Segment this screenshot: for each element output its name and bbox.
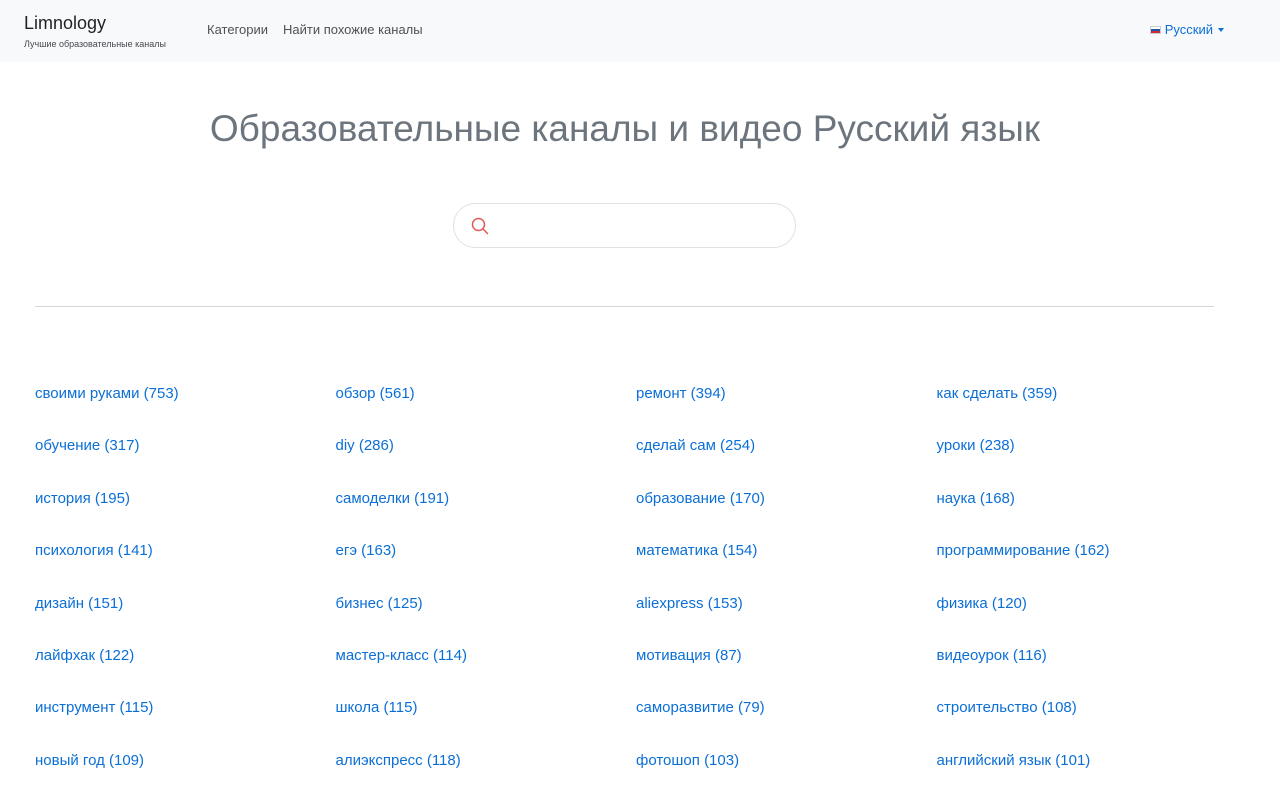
tag-link[interactable]: инструмент (115) xyxy=(35,697,336,749)
tag-grid: своими руками (753) обзор (561) ремонт (… xyxy=(35,383,1235,802)
search-icon xyxy=(471,217,489,235)
tag-link[interactable]: своими руками (753) xyxy=(35,383,336,435)
tag-link[interactable]: математика (154) xyxy=(636,540,937,592)
language-label: Русский xyxy=(1164,22,1213,37)
tag-link[interactable]: обучение (317) xyxy=(35,435,336,487)
tag-link[interactable]: мотивация (87) xyxy=(636,645,937,697)
search-box xyxy=(453,203,796,248)
brand[interactable]: Limnology Лучшие образовательные каналы xyxy=(24,12,166,50)
nav-links: Категории Найти похожие каналы xyxy=(207,22,423,38)
tag-link[interactable]: образование (170) xyxy=(636,488,937,540)
tag-link[interactable]: психология (141) xyxy=(35,540,336,592)
tag-link[interactable]: школа (115) xyxy=(336,697,637,749)
tag-link[interactable]: ремонт (394) xyxy=(636,383,937,435)
tag-link[interactable]: уроки (238) xyxy=(937,435,1238,487)
tag-link[interactable]: история (195) xyxy=(35,488,336,540)
tag-link[interactable]: английский язык (101) xyxy=(937,750,1238,802)
divider xyxy=(35,306,1214,307)
russia-flag-icon xyxy=(1149,26,1161,34)
tag-link[interactable]: дизайн (151) xyxy=(35,593,336,645)
tag-link[interactable]: видеоурок (116) xyxy=(937,645,1238,697)
tag-link[interactable]: физика (120) xyxy=(937,593,1238,645)
tag-link[interactable]: самоделки (191) xyxy=(336,488,637,540)
tag-link[interactable]: лайфхак (122) xyxy=(35,645,336,697)
tag-link[interactable]: как сделать (359) xyxy=(937,383,1238,435)
tag-link[interactable]: наука (168) xyxy=(937,488,1238,540)
caret-down-icon xyxy=(1218,28,1224,32)
tag-link[interactable]: егэ (163) xyxy=(336,540,637,592)
tag-link[interactable]: строительство (108) xyxy=(937,697,1238,749)
tag-link[interactable]: новый год (109) xyxy=(35,750,336,802)
tag-link[interactable]: aliexpress (153) xyxy=(636,593,937,645)
page-title: Образовательные каналы и видео Русский я… xyxy=(209,108,1041,149)
language-dropdown[interactable]: Русский xyxy=(1149,22,1224,38)
tag-link[interactable]: сделай сам (254) xyxy=(636,435,937,487)
nav-link-find-similar[interactable]: Найти похожие каналы xyxy=(283,22,423,38)
tag-link[interactable]: diy (286) xyxy=(336,435,637,487)
tag-link[interactable]: программирование (162) xyxy=(937,540,1238,592)
tag-link[interactable]: мастер-класс (114) xyxy=(336,645,637,697)
brand-subtitle: Лучшие образовательные каналы xyxy=(24,39,166,49)
tag-link[interactable]: бизнес (125) xyxy=(336,593,637,645)
search-input[interactable] xyxy=(502,210,782,241)
nav-link-categories[interactable]: Категории xyxy=(207,22,268,38)
top-navbar: Limnology Лучшие образовательные каналы … xyxy=(0,0,1280,62)
brand-title: Limnology xyxy=(24,13,107,33)
tag-link[interactable]: фотошоп (103) xyxy=(636,750,937,802)
tag-link[interactable]: алиэкспресс (118) xyxy=(336,750,637,802)
tag-link[interactable]: саморазвитие (79) xyxy=(636,697,937,749)
tag-link[interactable]: обзор (561) xyxy=(336,383,637,435)
